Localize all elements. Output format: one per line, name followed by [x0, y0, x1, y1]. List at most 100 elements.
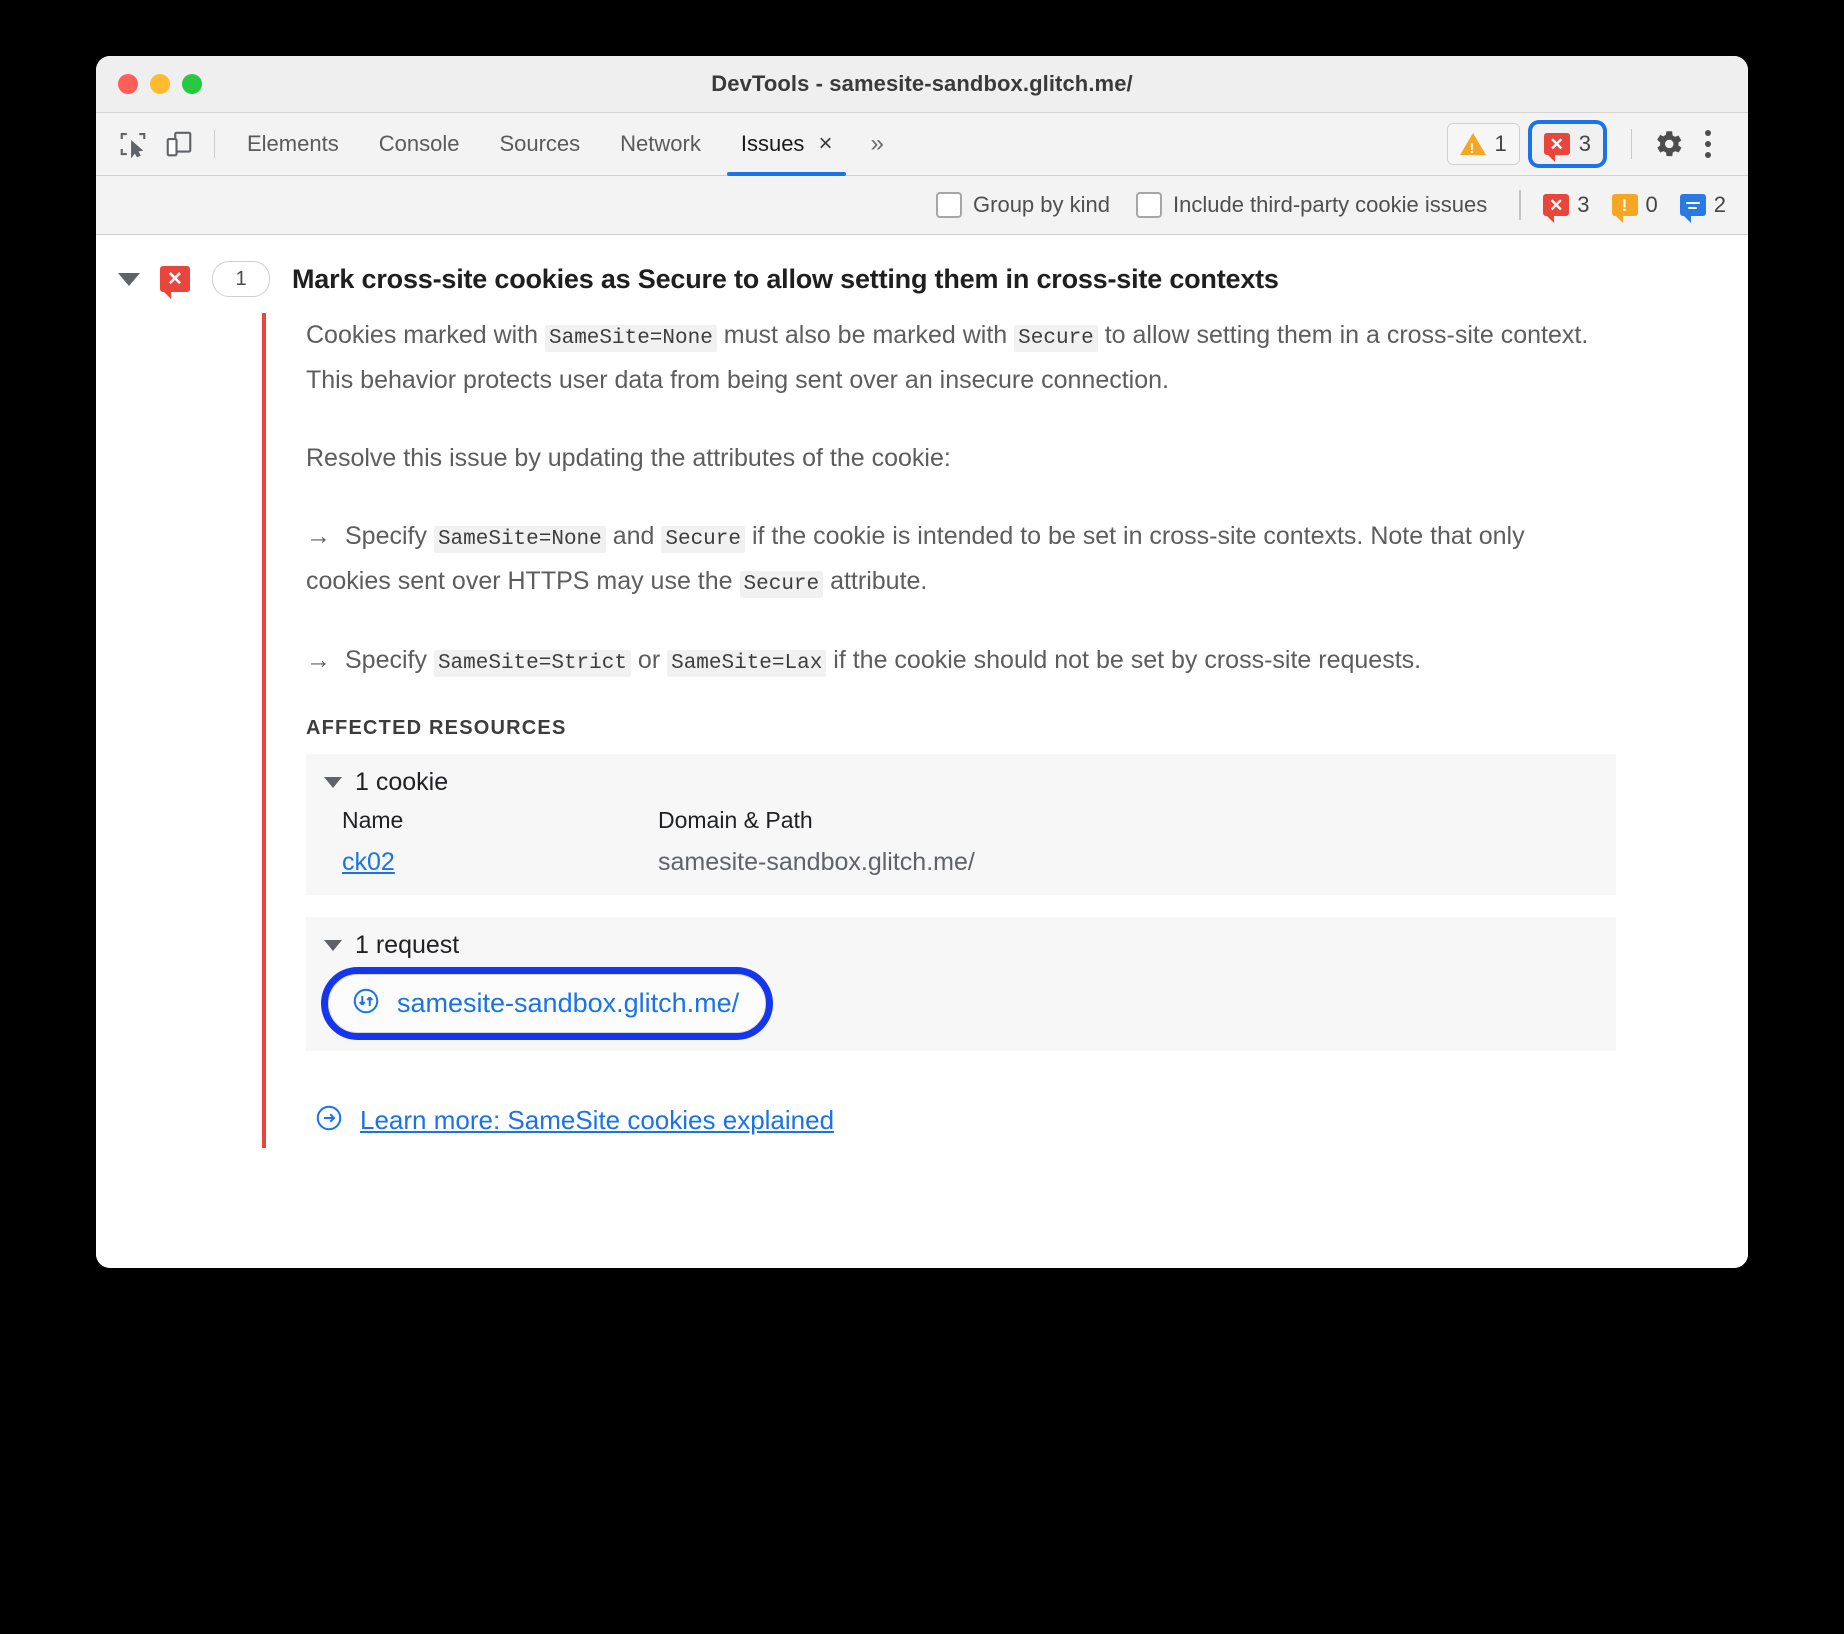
request-section-label: 1 request [355, 930, 460, 959]
cookie-section-header[interactable]: 1 cookie [306, 768, 1616, 797]
error-bubble-icon: ✕ [1543, 133, 1570, 162]
device-toolbar-icon[interactable] [156, 121, 202, 167]
close-icon[interactable]: × [818, 132, 832, 156]
chevron-down-icon[interactable] [324, 939, 342, 951]
include-third-party-label: Include third-party cookie issues [1172, 192, 1488, 217]
text-run: attribute. [823, 566, 928, 595]
tab-network-label: Network [620, 131, 701, 156]
text-run: or [630, 645, 668, 674]
text-run: Specify [345, 645, 434, 674]
tab-elements-label: Elements [247, 131, 339, 156]
toolbar-right-group: 1 ✕ 3 [1446, 122, 1735, 166]
code-token: Secure [1014, 325, 1098, 352]
column-header-name: Name [342, 806, 404, 833]
tab-issues[interactable]: Issues × [721, 113, 853, 176]
filterbar-divider [1519, 190, 1522, 220]
issues-filter-toolbar: Group by kind Include third-party cookie… [96, 176, 1748, 235]
tab-sources[interactable]: Sources [479, 113, 600, 175]
network-request-icon [351, 986, 381, 1021]
code-token: SameSite=Strict [433, 649, 631, 677]
warning-triangle-icon [1459, 133, 1486, 156]
table-header-row: Name Domain & Path [342, 807, 1616, 848]
cookie-domain-path-cell: samesite-sandbox.glitch.me/ [658, 847, 975, 876]
issue-title: Mark cross-site cookies as Secure to all… [292, 263, 1279, 294]
cookie-resource-section: 1 cookie Name Domain & Path ck02 samesit… [306, 753, 1616, 895]
cookie-section-label: 1 cookie [355, 767, 449, 796]
chevron-down-icon[interactable] [118, 272, 140, 286]
error-count: ✕ 3 [1543, 192, 1590, 223]
toolbar-divider [214, 130, 215, 158]
request-link-button[interactable]: samesite-sandbox.glitch.me/ [328, 973, 767, 1033]
code-token: Secure [739, 570, 824, 598]
info-count-value: 2 [1713, 192, 1726, 217]
table-row: ck02 samesite-sandbox.glitch.me/ [342, 848, 1616, 877]
kebab-menu-icon[interactable] [1690, 130, 1726, 158]
learn-more-row[interactable]: Learn more: SameSite cookies explained [306, 1073, 1616, 1138]
toolbar-divider-right [1631, 129, 1632, 159]
error-bubble-icon: ✕ [160, 266, 190, 299]
request-section-header[interactable]: 1 request [306, 931, 1616, 960]
text-run: must also be marked with [716, 321, 1015, 349]
tab-console-label: Console [378, 131, 460, 156]
warning-bubble-icon: ! [1611, 194, 1638, 223]
arrow-right-bullet-icon: → [306, 645, 331, 674]
panel-tabs: Elements Console Sources Network Issues … [227, 113, 899, 176]
group-by-kind-label: Group by kind [973, 192, 1110, 217]
code-token: SameSite=Lax [667, 649, 827, 677]
text-run: Specify [345, 521, 434, 550]
arrow-right-circle-icon [314, 1103, 344, 1138]
tab-network[interactable]: Network [600, 113, 721, 175]
warning-badge[interactable]: 1 [1446, 123, 1520, 165]
text-run: Resolve this issue by updating the attri… [306, 443, 951, 472]
include-third-party-checkbox[interactable]: Include third-party cookie issues [1135, 192, 1488, 218]
issue-paragraph-1: Cookies marked with SameSite=None must a… [306, 313, 1616, 402]
request-row: samesite-sandbox.glitch.me/ [306, 970, 1616, 1033]
issue-count-badge: 1 [212, 261, 270, 297]
warning-count: ! 0 [1611, 192, 1658, 223]
request-url-link[interactable]: samesite-sandbox.glitch.me/ [397, 988, 739, 1019]
tab-issues-label: Issues [740, 131, 805, 156]
issue-kind-icon-wrap: ✕ [160, 266, 190, 299]
tab-elements[interactable]: Elements [227, 113, 359, 175]
warning-badge-count: 1 [1494, 131, 1507, 156]
inspect-element-icon[interactable] [110, 121, 156, 167]
arrow-right-bullet-icon: → [306, 521, 331, 550]
cookie-name-link[interactable]: ck02 [342, 848, 395, 876]
error-bubble-icon: ✕ [1543, 194, 1570, 223]
warning-count-value: 0 [1645, 192, 1658, 217]
issue-header[interactable]: ✕ 1 Mark cross-site cookies as Secure to… [96, 235, 1748, 313]
tab-sources-label: Sources [499, 131, 581, 156]
cookie-name-cell: ck02 [342, 848, 658, 877]
issue-body: Cookies marked with SameSite=None must a… [262, 313, 1616, 1148]
request-resource-section: 1 request samesite-sandbox.glitch.me/ [306, 916, 1616, 1051]
text-run: if the cookie should not be set by cross… [826, 645, 1422, 674]
issue-paragraph-3: → Specify SameSite=None and Secure if the… [306, 514, 1616, 604]
cookie-table: Name Domain & Path ck02 samesite-sandbox… [306, 807, 1616, 877]
issues-panel-content: ✕ 1 Mark cross-site cookies as Secure to… [96, 235, 1748, 1268]
learn-more-link[interactable]: Learn more: SameSite cookies explained [360, 1105, 834, 1136]
info-bubble-icon [1679, 194, 1706, 223]
code-token: SameSite=None [544, 325, 717, 352]
tab-console[interactable]: Console [359, 113, 480, 175]
info-count: 2 [1679, 192, 1726, 223]
text-run: and [605, 521, 662, 550]
chevron-down-icon[interactable] [324, 776, 342, 788]
screen-root: DevTools - samesite-sandbox.glitch.me/ E… [0, 0, 1844, 1634]
window-titlebar: DevTools - samesite-sandbox.glitch.me/ [96, 56, 1748, 113]
group-by-kind-checkbox[interactable]: Group by kind [936, 192, 1110, 218]
checkbox-icon[interactable] [936, 192, 963, 218]
devtools-window: DevTools - samesite-sandbox.glitch.me/ E… [96, 56, 1748, 1268]
code-token: Secure [661, 525, 745, 553]
checkbox-icon[interactable] [1135, 192, 1162, 218]
more-tabs-icon[interactable]: » [852, 130, 898, 158]
issue-paragraph-4: → Specify SameSite=Strict or SameSite=Lax… [306, 638, 1616, 683]
issue-paragraph-2: Resolve this issue by updating the attri… [306, 436, 1616, 480]
column-header-domain-path: Domain & Path [658, 806, 813, 833]
error-count-value: 3 [1577, 192, 1590, 217]
gear-icon[interactable] [1646, 122, 1690, 166]
code-token: SameSite=None [433, 525, 606, 553]
error-badge[interactable]: ✕ 3 [1531, 124, 1603, 164]
affected-resources-label: AFFECTED RESOURCES [306, 716, 567, 739]
devtools-tabbar: Elements Console Sources Network Issues … [96, 113, 1748, 176]
error-badge-count: 3 [1578, 131, 1591, 156]
